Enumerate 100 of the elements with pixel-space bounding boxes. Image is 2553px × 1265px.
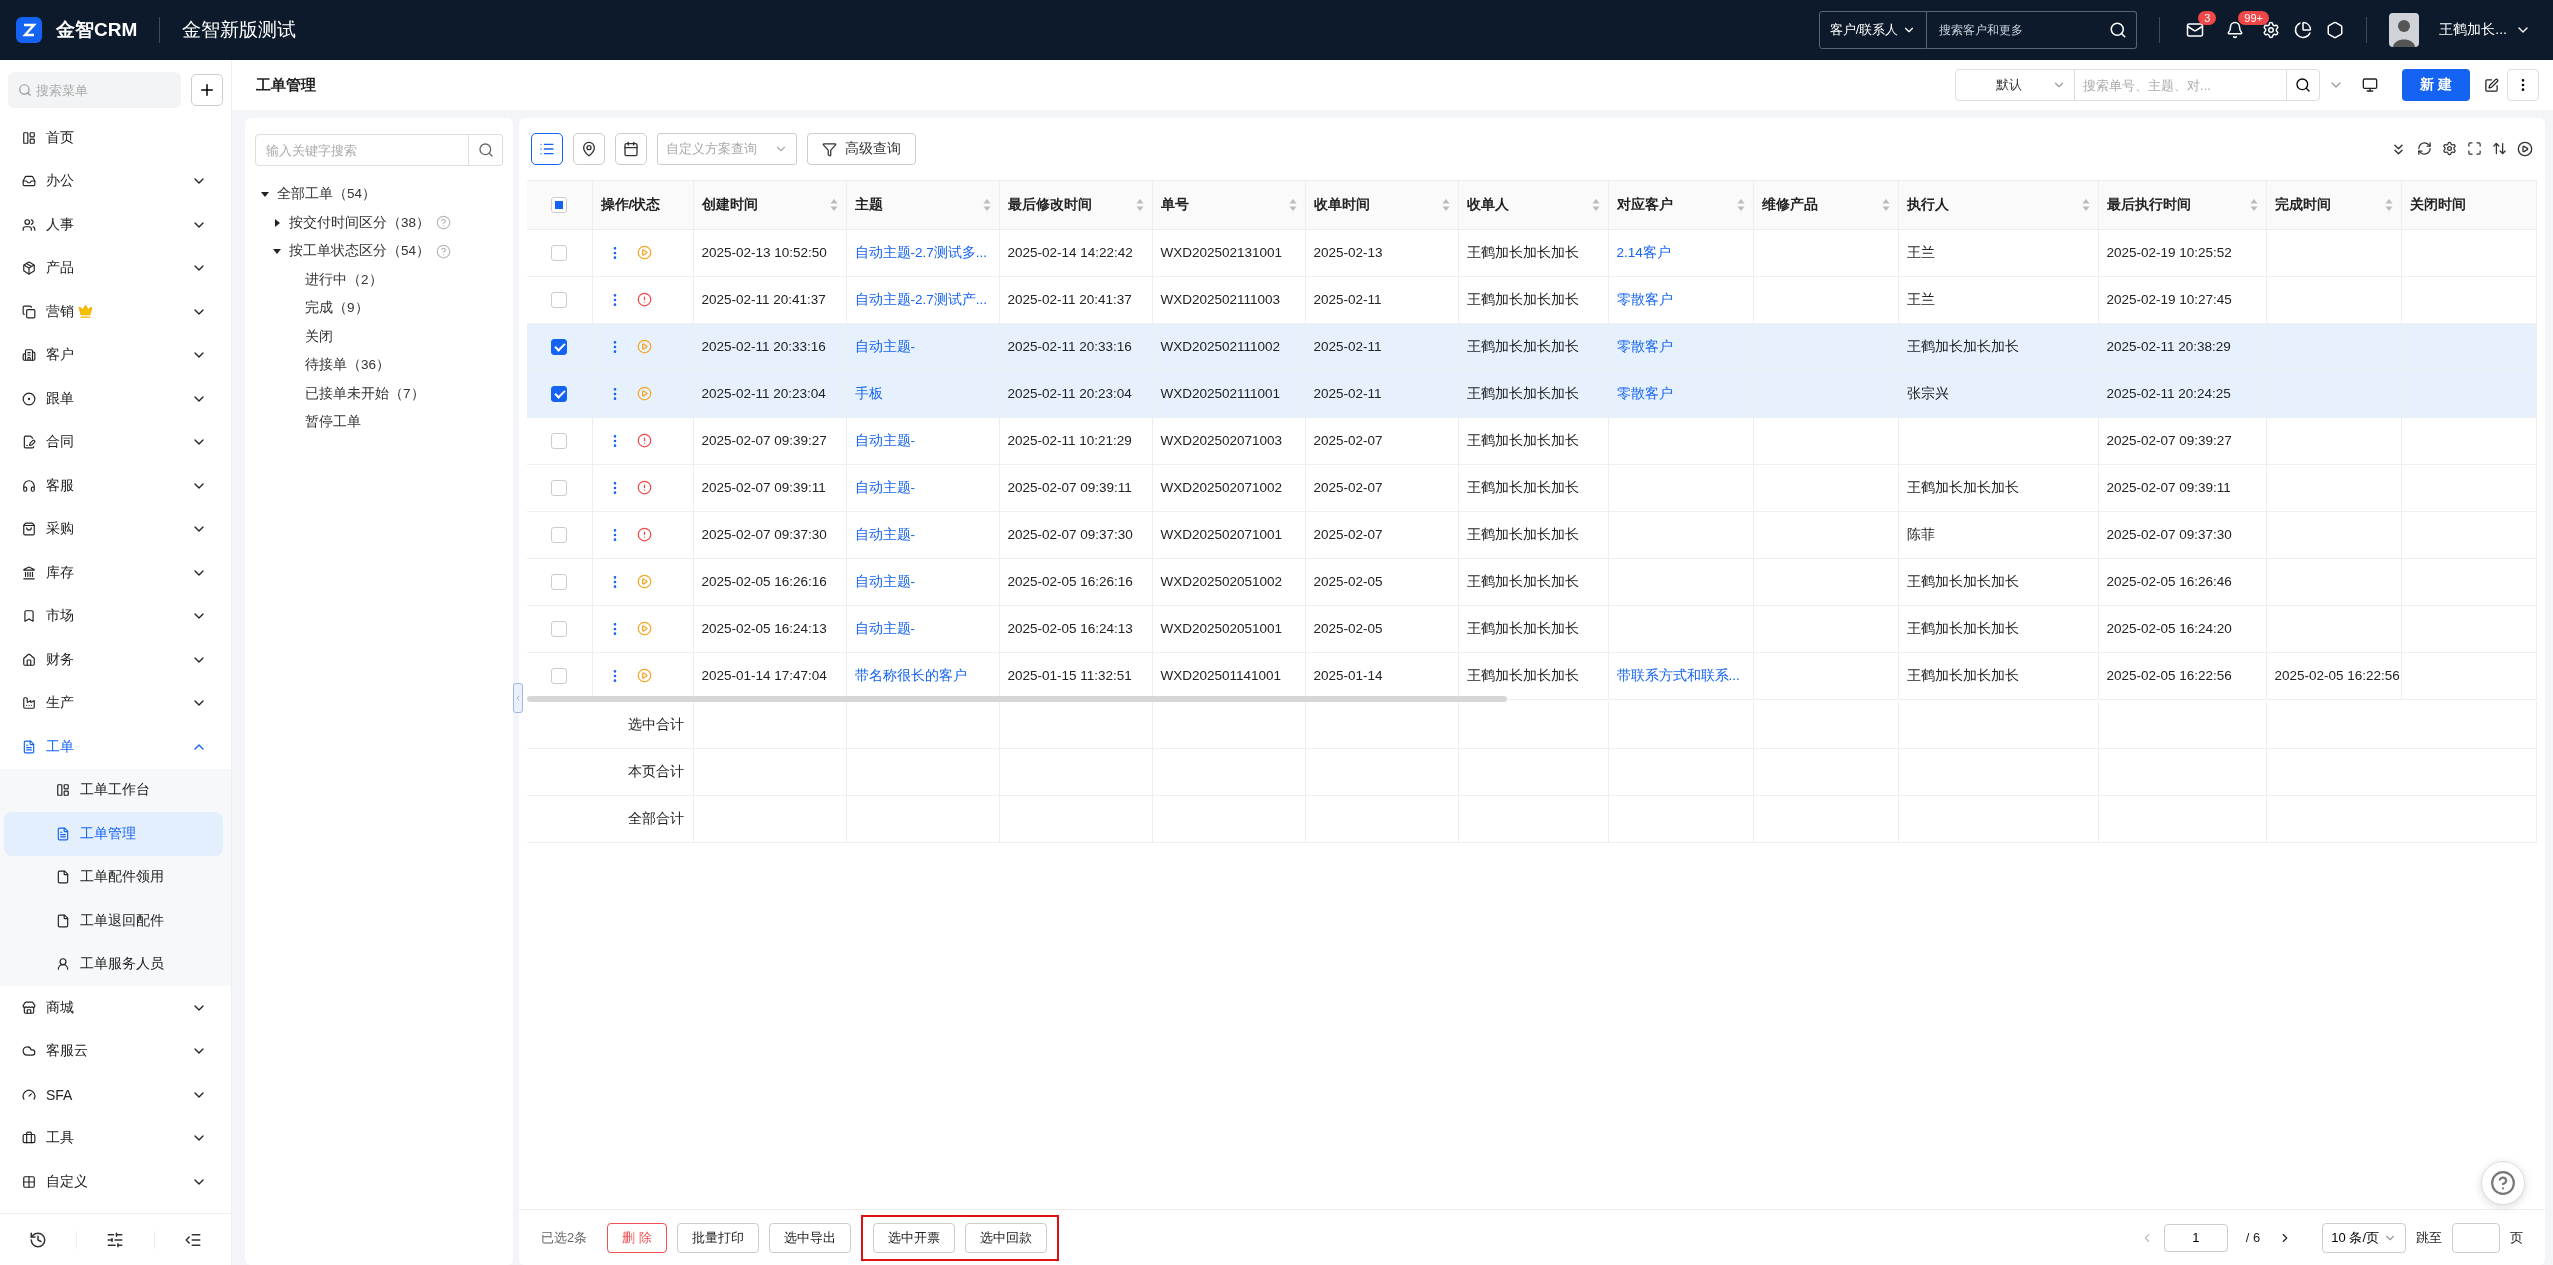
table-link[interactable]: 自动主题-	[854, 620, 915, 636]
table-cell: 2025-02-07	[1313, 527, 1383, 542]
menu-item[interactable]: 客户	[0, 333, 231, 377]
tree-node[interactable]: 暂停工单	[283, 413, 361, 432]
tree-node[interactable]: 全部工单（54）	[277, 185, 377, 204]
column-header[interactable]: 完成时间	[2274, 195, 2331, 214]
menu-item[interactable]: 工单	[0, 725, 231, 769]
action-button[interactable]: 选中开票	[872, 1222, 955, 1253]
tree-node[interactable]: 关闭	[283, 327, 333, 346]
tree-search-field[interactable]: 输入关键字搜索	[255, 134, 469, 166]
column-header[interactable]: 关闭时间	[2409, 195, 2466, 214]
table-link[interactable]: 2.14客户	[1616, 244, 1671, 260]
table-cell: 王鹤加长加长加长	[1466, 244, 1579, 260]
table-cell: 2025-02-07 09:37:30	[2106, 527, 2232, 542]
menu-item[interactable]: 工具	[0, 1116, 231, 1160]
column-header[interactable]: 创建时间	[701, 195, 758, 214]
menu-item[interactable]: 营销	[0, 290, 231, 334]
global-search-field[interactable]: 搜索客户和更多	[1927, 11, 2138, 49]
menu-item[interactable]: 办公	[0, 159, 231, 203]
table-cell: 2025-01-14	[1313, 668, 1383, 683]
page-title: 工单管理	[256, 75, 317, 95]
table-cell: 2025-02-07 09:39:11	[2106, 480, 2231, 495]
menu-item[interactable]: 市场	[0, 594, 231, 638]
order-search-field[interactable]: 搜索单号、主题、对...	[2074, 69, 2287, 101]
column-header[interactable]: 收单时间	[1313, 195, 1370, 214]
menu-search-field[interactable]: 搜索菜单	[8, 72, 181, 108]
table-link[interactable]: 自动主题-2.7测试多...	[854, 244, 987, 260]
search-scope-select[interactable]: 客户/联系人	[1818, 11, 1928, 49]
menu-item[interactable]: 客服云	[0, 1029, 231, 1073]
column-header[interactable]: 单号	[1160, 195, 1189, 214]
menu-item[interactable]: 库存	[0, 551, 231, 595]
table-link[interactable]: 手板	[854, 385, 883, 401]
submenu-item[interactable]: 工单工作台	[4, 768, 223, 812]
table-cell: 2025-02-07 09:39:11	[1007, 480, 1132, 495]
page-size-select[interactable]: 10 条/页	[2322, 1222, 2406, 1253]
table-link[interactable]: 自动主题-	[854, 573, 915, 589]
menu-item[interactable]: 生产	[0, 681, 231, 725]
menu-item[interactable]: 商城	[0, 986, 231, 1030]
submenu-item[interactable]: 工单管理	[4, 812, 223, 856]
menu-item[interactable]: 客服	[0, 464, 231, 508]
table-cell: 2025-02-11 20:33:16	[701, 339, 826, 354]
menu-item[interactable]: 跟单	[0, 377, 231, 421]
tree-node[interactable]: 进行中（2）	[283, 270, 383, 289]
table-link[interactable]: 零散客户	[1616, 291, 1673, 307]
column-header[interactable]: 收单人	[1466, 195, 1509, 214]
table-cell: 2025-02-11 20:38:29	[2106, 339, 2231, 354]
table-cell: 张宗兴	[1906, 385, 1949, 401]
submenu-item[interactable]: 工单服务人员	[4, 942, 223, 986]
table-cell: 王鹤加长加长加长	[1466, 432, 1579, 448]
submenu-item[interactable]: 工单配件领用	[4, 855, 223, 899]
menu-item[interactable]: 自定义	[0, 1160, 231, 1204]
menu-item[interactable]: 财务	[0, 638, 231, 682]
menu-item[interactable]: 首页	[0, 116, 231, 160]
action-button[interactable]: 选中导出	[768, 1222, 851, 1253]
table-cell: WXD202502051001	[1160, 621, 1283, 636]
tree-node[interactable]: 完成（9）	[283, 299, 369, 318]
table-cell: 2025-02-05	[1313, 574, 1383, 589]
table-cell: 2025-02-11 10:21:29	[1007, 433, 1132, 448]
table-link[interactable]: 自动主题-	[854, 526, 915, 542]
menu-item[interactable]: 产品	[0, 246, 231, 290]
action-button[interactable]: 批量打印	[676, 1222, 759, 1253]
table-cell: 2025-02-05 16:24:13	[701, 621, 827, 636]
table-cell: 2025-02-07 09:39:27	[2106, 433, 2232, 448]
table-cell: 陈菲	[1906, 526, 1935, 542]
view-select[interactable]: 默认	[1955, 69, 2076, 101]
user-menu[interactable]: 王鹤加长...	[2433, 20, 2537, 40]
tree-node[interactable]: 待接单（36）	[283, 356, 391, 375]
column-header[interactable]: 执行人	[1906, 195, 1949, 214]
table-link[interactable]: 自动主题-2.7测试产...	[854, 291, 987, 307]
table-link[interactable]: 零散客户	[1616, 385, 1673, 401]
selection-count: 已选2条	[541, 1228, 588, 1247]
table-link[interactable]: 带名称很长的客户	[854, 667, 967, 683]
table-link[interactable]: 零散客户	[1616, 338, 1673, 354]
menu-item[interactable]: 合同	[0, 420, 231, 464]
tree-node[interactable]: 按工单状态区分（54）	[289, 242, 431, 261]
submenu-item[interactable]: 工单退回配件	[4, 899, 223, 943]
page-field[interactable]: 1	[2163, 1223, 2228, 1252]
tree-node[interactable]: 已接单未开始（7）	[283, 384, 425, 403]
delete-button[interactable]: 删 除	[607, 1222, 667, 1253]
table-cell: 王兰	[1906, 244, 1935, 260]
menu-item[interactable]: 人事	[0, 203, 231, 247]
table-link[interactable]: 自动主题-	[854, 479, 915, 495]
advanced-search-button[interactable]: 高级查询	[807, 133, 916, 165]
action-button[interactable]: 选中回款	[964, 1222, 1047, 1253]
table-cell: 2025-02-05 16:22:56	[2274, 668, 2400, 683]
total-pages: / 6	[2245, 1230, 2261, 1245]
column-header[interactable]: 主题	[854, 195, 883, 214]
table-cell: WXD202502111003	[1160, 292, 1281, 307]
new-button[interactable]: 新 建	[2402, 69, 2470, 101]
tree-node[interactable]: 按交付时间区分（38）	[289, 213, 431, 232]
table-link[interactable]: 自动主题-	[854, 432, 915, 448]
table-link[interactable]: 自动主题-	[854, 338, 915, 354]
menu-item[interactable]: SFA	[0, 1073, 231, 1117]
brand-name: 金智CRM	[56, 18, 138, 42]
menu-item[interactable]: 采购	[0, 507, 231, 551]
column-header[interactable]: 对应客户	[1616, 195, 1673, 214]
table-link[interactable]: 带联系方式和联系...	[1616, 667, 1740, 683]
column-header[interactable]: 维修产品	[1761, 195, 1818, 214]
workspace-name: 金智新版测试	[182, 18, 297, 42]
table-cell: 2025-02-11 20:33:16	[1007, 339, 1132, 354]
